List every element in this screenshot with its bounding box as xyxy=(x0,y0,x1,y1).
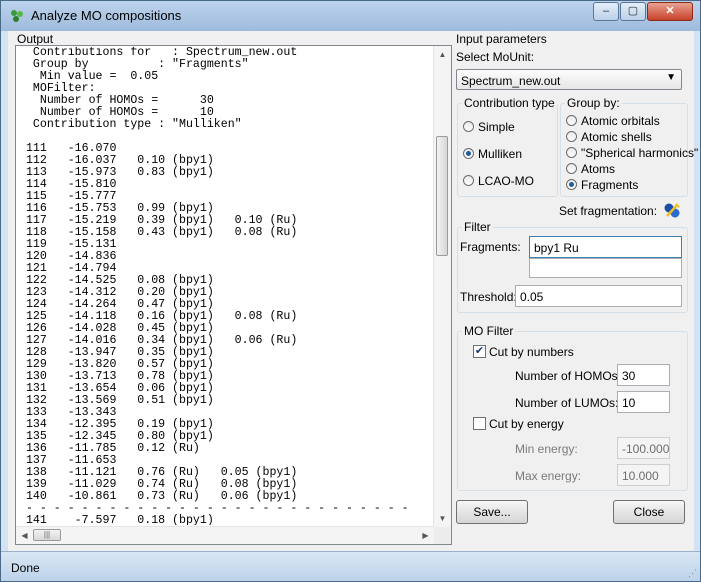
save-button[interactable]: Save... xyxy=(456,500,528,524)
radio-mulliken-label: Mulliken xyxy=(478,147,523,161)
threshold-label: Threshold: xyxy=(460,290,517,304)
lumos-label: Number of LUMOs: xyxy=(515,396,619,410)
lumos-input[interactable]: 10 xyxy=(617,391,670,413)
set-fragmentation-label: Set fragmentation: xyxy=(559,204,658,218)
output-text[interactable]: Contributions for : Spectrum_new.out Gro… xyxy=(19,47,431,525)
radio-atomic-orbitals-label: Atomic orbitals xyxy=(581,114,660,128)
close-button[interactable]: Close xyxy=(613,500,685,524)
mo-filter-group: MO Filter ✔ Cut by numbers Number of HOM… xyxy=(457,324,688,491)
radio-mulliken-icon[interactable] xyxy=(463,148,474,159)
homos-input[interactable]: 30 xyxy=(617,364,670,386)
cut-by-energy-label: Cut by energy xyxy=(489,417,564,431)
radio-atoms-icon[interactable] xyxy=(566,163,577,174)
max-energy-input[interactable]: 10.000 xyxy=(617,464,670,486)
contribution-type-title: Contribution type xyxy=(462,96,557,110)
mo-filter-title: MO Filter xyxy=(462,324,516,338)
scroll-right-icon[interactable]: ▶ xyxy=(417,527,434,544)
radio-lcao-mo-icon[interactable] xyxy=(463,175,474,186)
fragments-label: Fragments: xyxy=(460,240,521,254)
fragments-input[interactable]: bpy1 Ru xyxy=(529,236,682,258)
close-window-button[interactable]: ✕ xyxy=(647,2,693,21)
cut-by-numbers-checkbox[interactable]: ✔ xyxy=(473,345,486,358)
status-bar: Done ⋰ xyxy=(1,551,700,581)
group-by-group: Group by: Atomic orbitals Atomic shells … xyxy=(560,96,698,197)
window-title: Analyze MO compositions xyxy=(31,8,182,23)
threshold-input[interactable]: 0.05 xyxy=(515,285,682,307)
select-mounit-label: Select MoUnit: xyxy=(456,50,535,64)
min-energy-input[interactable]: -100.000 xyxy=(617,437,670,459)
radio-spherical-harmonics-icon[interactable] xyxy=(566,147,577,158)
output-panel[interactable]: Contributions for : Spectrum_new.out Gro… xyxy=(15,45,452,545)
radio-atomic-orbitals-icon[interactable] xyxy=(566,115,577,126)
cut-by-energy-checkbox[interactable] xyxy=(473,417,486,430)
title-bar[interactable]: Analyze MO compositions – ▢ ✕ xyxy=(1,1,700,31)
horizontal-scroll-thumb[interactable]: ||| xyxy=(33,529,61,541)
filter-group: Filter Fragments: bpy1 Ru Threshold: 0.0… xyxy=(457,220,688,313)
radio-simple-icon[interactable] xyxy=(463,121,474,132)
vertical-scroll-thumb[interactable] xyxy=(436,136,448,256)
resize-grip-icon[interactable]: ⋰ xyxy=(688,568,697,579)
contribution-type-group: Contribution type Simple Mulliken LCAO-M… xyxy=(457,96,558,197)
maximize-button[interactable]: ▢ xyxy=(620,2,646,21)
scroll-corner xyxy=(434,527,451,544)
scroll-up-icon[interactable]: ▲ xyxy=(434,46,451,63)
radio-lcao-mo-label: LCAO-MO xyxy=(478,174,535,188)
homos-label: Number of HOMOs: xyxy=(515,369,622,383)
mounit-select-value: Spectrum_new.out xyxy=(461,74,561,88)
app-icon xyxy=(11,10,23,22)
fragments-extra-field[interactable] xyxy=(529,258,682,278)
radio-simple-label: Simple xyxy=(478,120,515,134)
filter-title: Filter xyxy=(462,220,493,234)
max-energy-label: Max energy: xyxy=(515,469,582,483)
vertical-scrollbar[interactable]: ▲ ▼ xyxy=(433,46,451,527)
horizontal-scrollbar[interactable]: ◀ ||| ▶ xyxy=(16,526,434,544)
scroll-down-icon[interactable]: ▼ xyxy=(434,510,451,527)
min-energy-label: Min energy: xyxy=(515,442,578,456)
mounit-select[interactable]: Spectrum_new.out ▼ xyxy=(456,69,682,90)
chevron-down-icon: ▼ xyxy=(666,72,676,83)
client-area: Output Contributions for : Spectrum_new.… xyxy=(8,31,698,551)
radio-atoms-label: Atoms xyxy=(581,162,616,176)
radio-fragments-icon[interactable] xyxy=(566,179,577,190)
main-window: Analyze MO compositions – ▢ ✕ Output Con… xyxy=(0,0,701,582)
fragmentation-tool-icon[interactable] xyxy=(663,202,681,219)
radio-spherical-harmonics-label: "Spherical harmonics" xyxy=(581,146,699,160)
radio-atomic-shells-icon[interactable] xyxy=(566,131,577,142)
input-parameters-label: Input parameters xyxy=(456,32,547,46)
scroll-left-icon[interactable]: ◀ xyxy=(16,527,33,544)
output-label: Output xyxy=(17,32,54,46)
status-text: Done xyxy=(11,561,40,575)
minimize-button[interactable]: – xyxy=(593,2,619,21)
cut-by-numbers-label: Cut by numbers xyxy=(489,345,574,359)
group-by-title: Group by: xyxy=(565,96,622,110)
radio-atomic-shells-label: Atomic shells xyxy=(581,130,652,144)
radio-fragments-label: Fragments xyxy=(581,178,639,192)
